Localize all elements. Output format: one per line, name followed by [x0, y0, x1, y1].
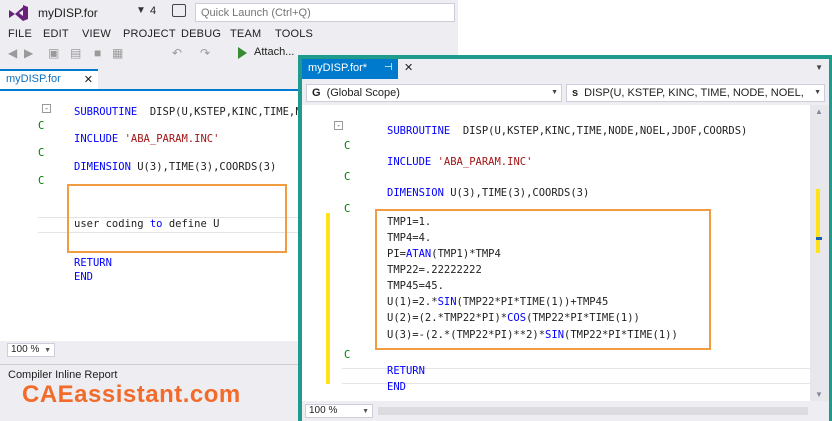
tab-label: myDISP.for* [308, 62, 368, 74]
highlight-box-user-coding [67, 184, 287, 253]
global-scope-icon: G [312, 87, 321, 99]
scroll-down-icon[interactable]: ▼ [815, 390, 823, 399]
menu-file[interactable]: FILE [8, 28, 32, 40]
visual-studio-logo-icon [9, 5, 28, 21]
undo-icon[interactable]: ↶ [172, 46, 182, 60]
code-line-subroutine: SUBROUTINE DISP(U,KSTEP,KINC,TIME,NODE,N… [387, 125, 748, 137]
chevron-down-icon: ▼ [551, 89, 558, 96]
scope-value: (Global Scope) [326, 87, 400, 99]
comment-marker: C [38, 175, 45, 187]
zoom-value: 100 % [309, 405, 338, 416]
member-combo[interactable]: s DISP(U, KSTEP, KINC, TIME, NODE, NOEL, … [566, 84, 825, 102]
menu-bar: FILE EDIT VIEW PROJECT DEBUG TEAM TOOLS [0, 27, 458, 43]
scroll-change-marker [816, 189, 820, 253]
code-line-end: END [387, 381, 406, 393]
menu-tools[interactable]: TOOLS [275, 28, 313, 40]
comment-marker: C [344, 171, 351, 183]
collapse-toggle-icon[interactable]: - [334, 121, 343, 130]
attach-button[interactable]: Attach... [254, 46, 294, 58]
scope-combo[interactable]: G (Global Scope) ▼ [306, 84, 562, 102]
code-line-include: INCLUDE 'ABA_PARAM.INC' [74, 133, 220, 145]
comment-marker: C [38, 147, 45, 159]
menu-view[interactable]: VIEW [82, 28, 111, 40]
code-line-subroutine: SUBROUTINE DISP(U,KSTEP,KINC,TIME,NODE, [74, 106, 327, 118]
front-editor-inner: myDISP.for* ⊣ ✕ ▼ G (Global Scope) ▼ s DIS… [302, 59, 829, 421]
title-bar: myDISP.for ▼ 4 [0, 0, 458, 26]
back-nav-icon[interactable]: ◀ [8, 46, 17, 60]
save-icon[interactable]: ■ [94, 46, 101, 60]
attach-play-icon[interactable] [238, 47, 247, 59]
highlight-box-user-code [375, 209, 711, 350]
chevron-down-icon[interactable]: ▼ [815, 63, 823, 72]
zoom-value: 100 % [11, 344, 40, 355]
feedback-icon[interactable] [172, 4, 186, 17]
menu-debug[interactable]: DEBUG [181, 28, 221, 40]
pin-icon[interactable]: ⊣ [384, 62, 393, 73]
code-line-include: INCLUDE 'ABA_PARAM.INC' [387, 156, 533, 168]
chevron-down-icon: ▼ [362, 408, 369, 415]
tab-label: myDISP.for [6, 73, 61, 85]
code-line-dimension: DIMENSION U(3),TIME(3),COORDS(3) [74, 161, 277, 173]
watermark: CAEassistant.com [22, 381, 241, 408]
navigation-bar: G (Global Scope) ▼ s DISP(U, KSTEP, KINC, … [302, 81, 829, 103]
collapse-toggle-icon[interactable]: - [42, 104, 51, 113]
chevron-down-icon: ▼ [814, 89, 821, 96]
code-line-return: RETURN [387, 365, 425, 377]
close-icon[interactable]: ✕ [84, 73, 93, 86]
panel-title: Compiler Inline Report [8, 369, 118, 381]
scroll-caret-marker [816, 237, 822, 240]
close-icon[interactable]: ✕ [404, 61, 413, 74]
zoom-select[interactable]: 100 % ▼ [7, 343, 55, 357]
code-line-end: END [74, 271, 93, 283]
open-file-icon[interactable]: ▤ [70, 46, 81, 60]
comment-marker: C [38, 120, 45, 132]
zoom-select[interactable]: 100 % ▼ [305, 404, 373, 418]
code-editor-front[interactable]: - SUBROUTINE DISP(U,KSTEP,KINC,TIME,NODE… [302, 105, 829, 401]
subroutine-icon: s [572, 87, 579, 99]
editor-status-row: 100 % ▼ [302, 401, 829, 421]
menu-project[interactable]: PROJECT [123, 28, 176, 40]
forward-nav-icon[interactable]: ▶ [24, 46, 33, 60]
notification-count[interactable]: 4 [150, 5, 156, 17]
quick-launch-input[interactable] [195, 3, 455, 22]
redo-icon[interactable]: ↷ [200, 46, 210, 60]
scroll-up-icon[interactable]: ▲ [815, 107, 823, 116]
menu-edit[interactable]: EDIT [43, 28, 69, 40]
code-line-dimension: DIMENSION U(3),TIME(3),COORDS(3) [387, 187, 590, 199]
new-file-icon[interactable]: ▣ [48, 46, 59, 60]
notification-flag-icon[interactable]: ▼ [136, 5, 146, 16]
comment-marker: C [344, 140, 351, 152]
comment-marker: C [344, 349, 351, 361]
chevron-down-icon: ▼ [44, 347, 51, 354]
change-indicator-bar [326, 213, 330, 384]
menu-team[interactable]: TEAM [230, 28, 261, 40]
horizontal-scrollbar[interactable] [378, 407, 808, 415]
window-title: myDISP.for [38, 6, 98, 20]
vertical-scrollbar[interactable]: ▲ ▼ [810, 105, 829, 401]
front-editor-window: myDISP.for* ⊣ ✕ ▼ G (Global Scope) ▼ s DIS… [298, 55, 832, 421]
document-tab-mydisp[interactable]: myDISP.for ✕ [0, 69, 98, 89]
member-value: DISP(U, KSTEP, KINC, TIME, NODE, NOEL, [584, 87, 804, 99]
comment-marker: C [344, 203, 351, 215]
save-all-icon[interactable]: ▦ [112, 46, 123, 60]
code-line-return: RETURN [74, 257, 112, 269]
